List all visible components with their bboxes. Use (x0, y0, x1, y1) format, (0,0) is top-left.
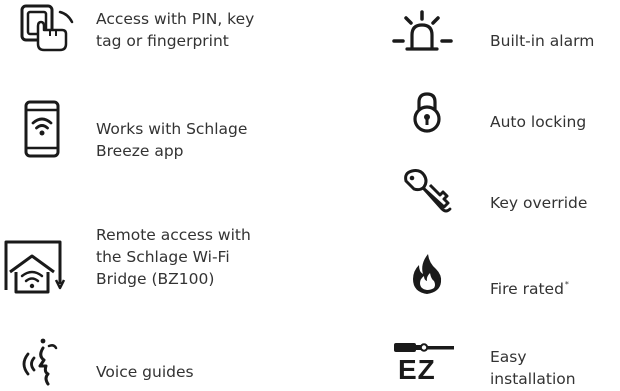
key-icon (404, 169, 452, 213)
alarm-icon (392, 10, 453, 51)
feature-locking-line-1: Auto locking (490, 113, 587, 131)
feature-override-line-1: Key override (490, 194, 588, 212)
feature-app-line-1: Works with Schlage (96, 120, 248, 138)
feature-fire-text: Fire rated (490, 280, 564, 298)
feature-pin-line-2: tag or fingerprint (96, 32, 229, 50)
feature-install-line-2: installation (490, 370, 576, 388)
padlock-icon (413, 92, 441, 133)
feature-remote-line-3: Bridge (BZ100) (96, 270, 215, 288)
feature-remote-line-1: Remote access with (96, 226, 251, 244)
footnote-marker: * (564, 280, 569, 289)
ez-badge: EZ (398, 354, 436, 385)
wifi-bridge-icon (4, 240, 66, 294)
feature-app-line-2: Breeze app (96, 142, 184, 160)
feature-pin-line-1: Access with PIN, key (96, 10, 255, 28)
flame-icon (413, 254, 442, 294)
phone-wifi-icon (24, 100, 60, 158)
feature-remote-line-2: the Schlage Wi-Fi (96, 248, 230, 266)
feature-install-line-1: Easy (490, 348, 527, 366)
feature-voice-line-1: Voice guides (96, 363, 194, 381)
voice-icon (22, 338, 58, 386)
touch-keypad-icon (20, 4, 74, 52)
feature-fire-label: Fire rated* (490, 274, 569, 300)
feature-alarm-line-1: Built-in alarm (490, 32, 595, 50)
